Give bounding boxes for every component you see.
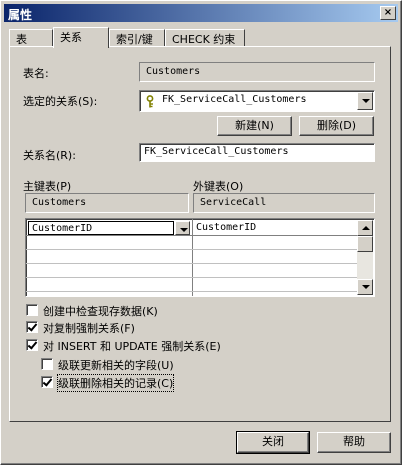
properties-dialog: 属性 × 表 关系 索引/键 CHECK 约束 表名: Customers 选定… (0, 0, 402, 465)
tab-check-constraints[interactable]: CHECK 约束 (165, 29, 245, 46)
title-bar[interactable]: 属性 × (4, 4, 398, 22)
tab-table-label: 表 (16, 33, 27, 46)
tab-check-constraints-label: CHECK 约束 (172, 33, 236, 46)
close-window-button[interactable]: × (380, 6, 396, 20)
tab-relationship-label: 关系 (60, 31, 82, 44)
tab-indexes-keys[interactable]: 索引/键 (109, 29, 165, 46)
tab-table[interactable]: 表 (9, 29, 53, 46)
tab-indexes-keys-label: 索引/键 (116, 33, 153, 46)
close-icon: × (383, 7, 393, 18)
window-title: 属性 (8, 8, 33, 22)
help-button[interactable]: 帮助 (317, 432, 391, 453)
relationship-panel (9, 46, 391, 422)
tab-relationship[interactable]: 关系 (53, 27, 109, 48)
close-button[interactable]: 关闭 (236, 431, 310, 454)
